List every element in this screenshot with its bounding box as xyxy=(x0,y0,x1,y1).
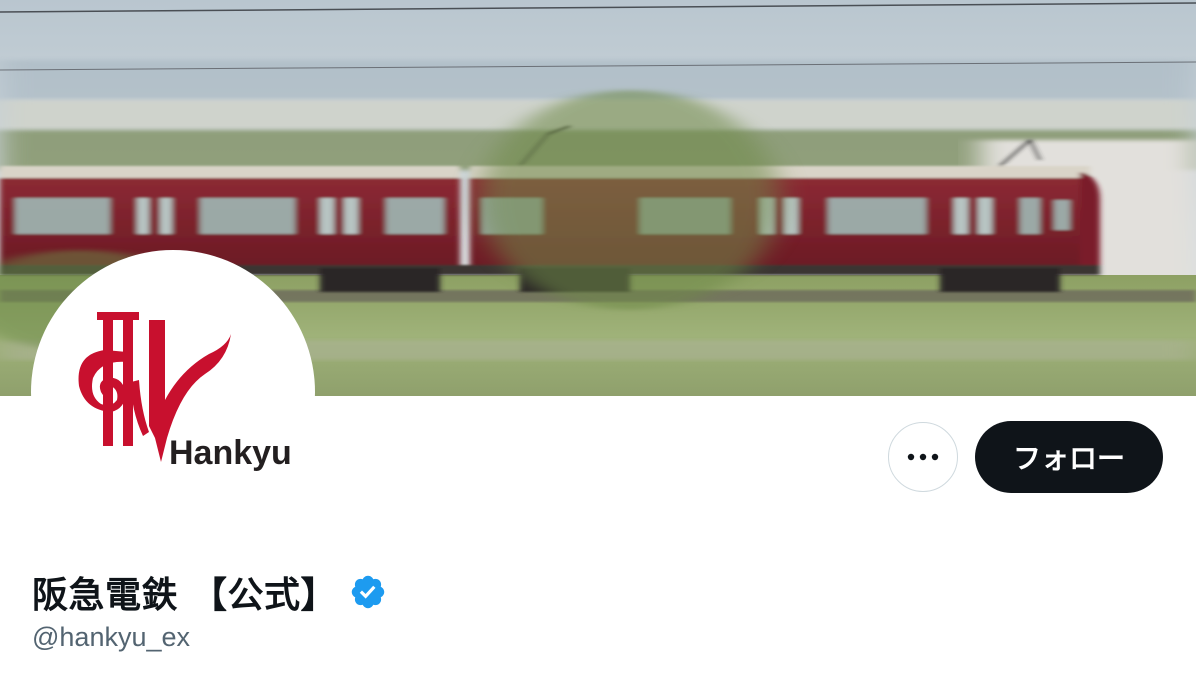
more-options-button[interactable] xyxy=(888,422,958,492)
follow-button[interactable]: フォロー xyxy=(975,421,1163,493)
profile-handle: @hankyu_ex xyxy=(32,622,191,652)
verified-badge-icon[interactable] xyxy=(349,573,387,611)
profile-name-row: 阪急電鉄 【公式】 xyxy=(32,566,387,618)
avatar-logo-text: Hankyu xyxy=(169,434,292,472)
profile-avatar[interactable]: Hankyu xyxy=(31,250,315,534)
more-horizontal-icon xyxy=(907,453,939,461)
display-name: 阪急電鉄 【公式】 xyxy=(32,575,338,616)
hankyu-logo: Hankyu xyxy=(78,312,292,472)
